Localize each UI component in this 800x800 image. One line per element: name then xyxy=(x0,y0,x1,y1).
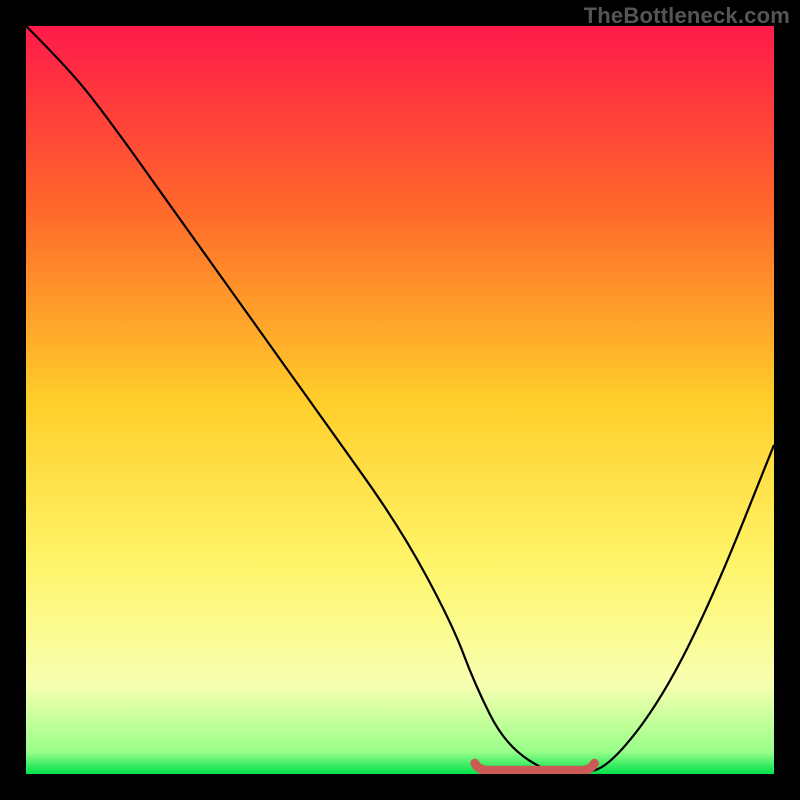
gradient-background xyxy=(26,26,774,774)
chart-frame: TheBottleneck.com xyxy=(0,0,800,800)
chart-svg xyxy=(26,26,774,774)
plot-area xyxy=(26,26,774,774)
watermark-label: TheBottleneck.com xyxy=(584,3,790,29)
